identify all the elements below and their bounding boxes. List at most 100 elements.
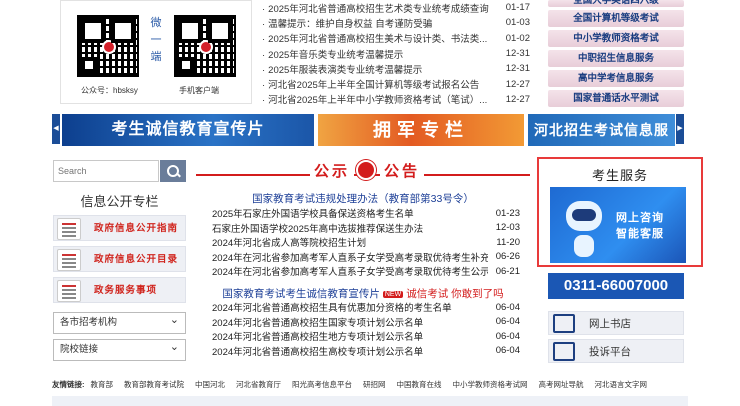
list-item[interactable]: 2024年在河北省参加高考军人直系子女学受高考录取优待考生补充... 06-26	[212, 250, 520, 265]
smart-service-label: 智能客服	[616, 228, 664, 240]
friend-link[interactable]: 中小学教师资格考试网	[453, 379, 528, 390]
friend-links-label: 友情链接:	[52, 379, 85, 389]
friend-link[interactable]: 高考网址导航	[539, 379, 584, 390]
announcement-header: 公示 公告	[196, 160, 530, 182]
friend-link[interactable]: 教育部教育考试院	[124, 379, 184, 390]
online-consult-card[interactable]: 网上咨询 智能客服	[550, 187, 686, 263]
friend-link[interactable]: 河北语言文字网	[595, 379, 648, 390]
exam-info-service-banner[interactable]: 河北招生考试信息服务网	[528, 114, 675, 170]
news-title[interactable]: 2024年在河北省参加高考军人直系子女学受高考录取优待考生补充...	[212, 250, 488, 264]
list-item[interactable]: 石家庄外国语学校2025年高中选拔推荐保送生办法 12-03	[212, 221, 520, 236]
news-title[interactable]: 温馨提示：维护自身权益 自考谨防受骗	[262, 16, 500, 30]
menu-item-mandarin-test[interactable]: 国家普通话水平测试	[548, 90, 684, 107]
list-item[interactable]: 2025年河北省普通高校招生艺术类专业统考成绩查询 01-17	[262, 0, 530, 15]
news-date: 12-03	[495, 222, 520, 234]
news-title[interactable]: 2025年音乐类专业统考温馨提示	[262, 47, 500, 61]
friend-link[interactable]: 阳光高考信息平台	[292, 379, 352, 390]
integrity-education-banner[interactable]: 考生诚信教育宣传片	[62, 114, 314, 146]
footer-strip	[52, 396, 688, 406]
news-title[interactable]: 2024年在河北省参加高考军人直系子女学受高考录取优待考生公示...	[212, 264, 488, 278]
news-title[interactable]: 2024年河北省普通高校招生地方专项计划公示名单	[212, 329, 488, 343]
complaint-platform-button[interactable]: 投诉平台	[548, 339, 684, 363]
news-title[interactable]: 2025年河北省普通高校招生艺术类专业统考成绩查询	[262, 1, 500, 15]
menu-item-ncre[interactable]: 全国计算机等级考试	[548, 10, 684, 27]
carousel-next-icon[interactable]: ▶	[676, 114, 684, 144]
friend-link[interactable]: 中国河北	[195, 379, 225, 390]
carousel-prev-icon[interactable]: ◀	[52, 114, 60, 144]
news-date: 06-04	[495, 301, 520, 313]
list-item[interactable]: 温馨提示：维护自身权益 自考谨防受骗 01-03	[262, 15, 530, 30]
qr-vertical-label: 微一端	[150, 17, 162, 63]
news-title[interactable]: 2025年石家庄外国语学校具备保送资格考生名单	[212, 206, 488, 220]
announcement-tab-publicity[interactable]: 公示	[310, 160, 355, 181]
news-title[interactable]: 河北省2025年上半年全国计算机等级考试报名公告	[262, 77, 500, 91]
integrity-video-heading: 国家教育考试考生诚信教育宣传片 NEW 诚信考试 你敢到了吗	[196, 286, 530, 301]
services-icon	[57, 280, 81, 302]
list-item[interactable]: 2024年河北省普通高校招生地方专项计划公示名单 06-04	[212, 329, 520, 344]
news-title[interactable]: 2024年河北省成人高等院校招生计划	[212, 235, 488, 249]
list-item[interactable]: 2024年河北省成人高等院校招生计划 11-20	[212, 235, 520, 250]
regulation-link[interactable]: 国家教育考试违规处理办法（教育部第33号令）	[196, 191, 530, 206]
wechat-qr-code	[77, 15, 139, 77]
book-icon	[553, 314, 575, 333]
city-exam-agency-select[interactable]: 各市招考机构	[53, 310, 186, 334]
announcement-tab-notice[interactable]: 公告	[380, 160, 425, 181]
document-icon	[57, 218, 81, 240]
integrity-video-link[interactable]: 国家教育考试考生诚信教育宣传片	[222, 288, 380, 300]
search-input[interactable]	[53, 160, 159, 182]
emblem-icon	[356, 160, 376, 180]
robot-icon	[566, 201, 602, 257]
integrity-slogan-link[interactable]: 诚信考试 你敢到了吗	[406, 288, 503, 300]
list-item[interactable]: 2024年河北省普通高校招生国家专项计划公示名单 06-04	[212, 315, 520, 330]
list-item[interactable]: 2025年音乐类专业统考温馨提示 12-31	[262, 46, 530, 61]
list-item[interactable]: 2024年河北省普通高校招生具有优惠加分资格的考生名单 06-04	[212, 300, 520, 315]
news-date: 06-26	[495, 251, 520, 263]
news-title[interactable]: 河北省2025年上半年中小学教师资格考试（笔试）...	[262, 92, 500, 106]
menu-item-teacher-cert[interactable]: 中小学教师资格考试	[548, 30, 684, 47]
announcement-list: 2025年石家庄外国语学校具备保送资格考生名单 01-23 石家庄外国语学校202…	[212, 206, 520, 279]
list-item[interactable]: 2025年服装表演类专业统考温馨提示 12-31	[262, 61, 530, 76]
list-item[interactable]: 2024年河北省普通高校招生高校专项计划公示名单 06-04	[212, 344, 520, 359]
news-date: 01-17	[505, 2, 530, 14]
news-title[interactable]: 2024年河北省普通高校招生国家专项计划公示名单	[212, 315, 488, 329]
college-links-select[interactable]: 院校链接	[53, 337, 186, 361]
news-title[interactable]: 石家庄外国语学校2025年高中选拔推荐保送生办法	[212, 221, 488, 235]
online-bookstore-button[interactable]: 网上书店	[548, 311, 684, 335]
news-date: 12-31	[505, 63, 530, 75]
friend-link[interactable]: 教育部	[91, 379, 114, 390]
news-date: 06-04	[495, 330, 520, 342]
military-support-banner[interactable]: 拥军专栏	[318, 114, 524, 146]
news-date: 06-04	[495, 316, 520, 328]
menu-item-cet[interactable]: 全国大学英语四六级	[548, 0, 684, 7]
news-date: 01-02	[505, 32, 530, 44]
app-qr-caption: 手机客户端	[179, 86, 219, 95]
button-label: 政府信息公开目录	[94, 254, 179, 265]
search-box	[53, 160, 186, 182]
news-title[interactable]: 2025年服装表演类专业统考温馨提示	[262, 62, 500, 76]
list-item[interactable]: 河北省2025年上半年全国计算机等级考试报名公告 12-27	[262, 76, 530, 92]
list-item[interactable]: 2024年在河北省参加高考军人直系子女学受高考录取优待考生公示... 06-21	[212, 264, 520, 279]
student-services-panel: 考生服务 网上咨询 智能客服	[537, 157, 703, 267]
disclosure-catalog-button[interactable]: 政府信息公开目录	[53, 246, 186, 272]
news-title[interactable]: 2024年河北省普通高校招生高校专项计划公示名单	[212, 344, 488, 358]
friend-link[interactable]: 河北省教育厅	[236, 379, 281, 390]
list-item[interactable]: 2025年石家庄外国语学校具备保送资格考生名单 01-23	[212, 206, 520, 221]
list-item[interactable]: 河北省2025年上半年中小学教师资格考试（笔试）... 12-27	[262, 92, 530, 107]
gov-services-button[interactable]: 政务服务事项	[53, 277, 186, 303]
disclosure-guide-button[interactable]: 政府信息公开指南	[53, 215, 186, 241]
top-news-list: 2025年河北省普通高校招生艺术类专业统考成绩查询 01-17 温馨提示：维护自身…	[262, 0, 530, 107]
exam-services-menu: 全国大学英语四六级 全国计算机等级考试 中小学教师资格考试 中职招生信息服务 高…	[548, 0, 684, 110]
info-disclosure-title: 信息公开专栏	[80, 194, 159, 209]
menu-item-academic-test[interactable]: 高中学考信息服务	[548, 70, 684, 87]
menu-item-vocational[interactable]: 中职招生信息服务	[548, 50, 684, 67]
button-label: 政务服务事项	[94, 285, 158, 296]
news-title[interactable]: 2024年河北省普通高校招生具有优惠加分资格的考生名单	[212, 300, 488, 314]
banner-carousel: ◀ 考生诚信教育宣传片 拥军专栏 河北招生考试信息服务网 ▶	[52, 112, 684, 170]
friend-link[interactable]: 研招网	[363, 379, 386, 390]
search-icon[interactable]	[160, 160, 186, 182]
news-title[interactable]: 2025年河北省普通高校招生美术与设计类、书法类...	[262, 31, 500, 45]
list-item[interactable]: 2025年河北省普通高校招生美术与设计类、书法类... 01-02	[262, 31, 530, 46]
friend-links: 友情链接: 教育部 教育部教育考试院 中国河北 河北省教育厅 阳光高考信息平台 …	[52, 374, 702, 394]
hotline-number: 0311-66007000	[548, 273, 684, 299]
friend-link[interactable]: 中国教育在线	[397, 379, 442, 390]
